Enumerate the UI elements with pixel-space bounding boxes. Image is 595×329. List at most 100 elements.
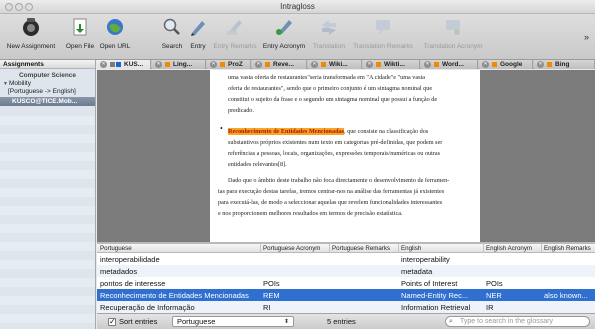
- sidebar-row-stripe: [0, 170, 95, 179]
- wikipedia-icon: [321, 62, 326, 67]
- table-row[interactable]: pontos de interesse POIs Points of Inter…: [97, 277, 595, 289]
- select-arrows-icon: ⬍: [283, 319, 289, 325]
- column-divider[interactable]: [541, 244, 542, 253]
- reverso-icon: [265, 62, 270, 67]
- close-tab-icon[interactable]: ✕: [155, 61, 162, 68]
- status-bar: ✓ Sort entries Portuguese ⬍ 5 entries ⌕ …: [97, 313, 595, 329]
- close-tab-icon[interactable]: ✕: [255, 61, 262, 68]
- search-icon: ⌕: [449, 318, 453, 325]
- resource-tab-bar: ✕ KUS... ✕ Ling... ✕ ProZ ✕ Reve... ✕ Wi…: [97, 60, 595, 69]
- linguee-icon: [165, 62, 170, 67]
- column-divider[interactable]: [483, 244, 484, 253]
- table-row[interactable]: interoperabilidade interoperability: [97, 253, 595, 265]
- tab-linguee[interactable]: ✕ Ling...: [152, 60, 206, 69]
- sidebar-row-stripe: [0, 116, 95, 125]
- translation-button[interactable]: Translation: [309, 17, 349, 57]
- tab-kusco[interactable]: ✕ KUS...: [97, 60, 151, 69]
- column-divider[interactable]: [260, 244, 261, 253]
- sidebar-item-kusco[interactable]: KUSCO@TICE.Mob...: [0, 97, 95, 106]
- search-icon: [163, 18, 180, 35]
- glossary-table[interactable]: Portuguese Portuguese Acronym Portuguese…: [97, 244, 595, 313]
- bullet-icon: •: [220, 124, 223, 133]
- close-tab-icon[interactable]: ✕: [424, 61, 431, 68]
- column-header-english[interactable]: English: [401, 245, 483, 252]
- highlighted-term[interactable]: Reconhecimento de Entidades Mencionadas: [228, 128, 345, 135]
- window-title: Intragloss: [280, 2, 315, 11]
- translation-remarks-button[interactable]: Translation Remarks: [350, 17, 416, 57]
- entry-button[interactable]: Entry: [186, 17, 210, 57]
- search-placeholder: Type to search in the glossary: [460, 318, 553, 325]
- table-header: Portuguese Portuguese Acronym Portuguese…: [97, 244, 595, 253]
- entry-remarks-icon: [227, 20, 242, 35]
- search-button[interactable]: Search: [158, 17, 186, 57]
- column-header-english-acronym[interactable]: English Acronym: [486, 245, 542, 252]
- open-url-button[interactable]: Open URL: [98, 17, 132, 57]
- close-tab-icon[interactable]: ✕: [100, 61, 107, 68]
- toolbar-overflow-button[interactable]: »: [584, 32, 589, 42]
- toolbar: New Assignment Open File Open URL Search…: [0, 14, 595, 60]
- new-assignment-button[interactable]: New Assignment: [2, 17, 60, 57]
- open-file-icon: [73, 18, 87, 36]
- entry-icon: [191, 21, 205, 36]
- column-header-portuguese-acronym[interactable]: Portuguese Acronym: [263, 245, 327, 252]
- tab-wikipedia[interactable]: ✕ Wiki...: [308, 60, 362, 69]
- tab-wiktionary[interactable]: ✕ Wikti...: [363, 60, 420, 69]
- sidebar-row-stripe: [0, 188, 95, 197]
- document-page[interactable]: uma vasta oferta de restaurantes"seria t…: [210, 70, 480, 242]
- blue-square-icon: [116, 62, 121, 67]
- tab-google[interactable]: ✕ Google: [479, 60, 533, 69]
- close-tab-icon[interactable]: ✕: [537, 61, 544, 68]
- tab-proz[interactable]: ✕ ProZ: [207, 60, 251, 69]
- table-row-selected[interactable]: Reconhecimento de Entidades Mencionadas …: [97, 289, 595, 301]
- new-assignment-icon: [23, 18, 39, 36]
- close-tab-icon[interactable]: ✕: [366, 61, 373, 68]
- close-tab-icon[interactable]: ✕: [311, 61, 318, 68]
- sidebar-row-stripe: [0, 314, 95, 323]
- document-icon: [110, 62, 115, 67]
- translation-acronym-button[interactable]: Translation Acronym: [418, 17, 488, 57]
- sidebar-row-stripe: [0, 206, 95, 215]
- document-viewer[interactable]: uma vasta oferta de restaurantes"seria t…: [97, 70, 595, 242]
- table-row[interactable]: Recuperação de Informação RI Information…: [97, 301, 595, 313]
- sort-language-select[interactable]: Portuguese ⬍: [172, 316, 294, 327]
- proz-icon: [220, 62, 225, 67]
- sidebar-group-computer-science[interactable]: Computer Science: [0, 71, 95, 80]
- entry-acronym-button[interactable]: Entry Acronym: [260, 17, 308, 57]
- glossary-search-input[interactable]: ⌕ Type to search in the glossary: [445, 316, 590, 327]
- bullet-paragraph: Reconhecimento de Entidades Mencionadas,…: [228, 128, 443, 168]
- sidebar-row-stripe: [0, 242, 95, 251]
- wordreference-icon: [434, 62, 439, 67]
- sidebar-row-stripe: [0, 260, 95, 269]
- tab-bing[interactable]: ✕ Bing: [534, 60, 595, 69]
- translation-remarks-icon: [376, 20, 390, 35]
- sort-entries-checkbox[interactable]: ✓: [108, 318, 116, 326]
- disclosure-triangle-icon[interactable]: ▼: [3, 80, 8, 88]
- column-header-english-remarks[interactable]: English Remarks: [544, 245, 594, 252]
- sidebar-row-stripe: [0, 134, 95, 143]
- paragraph-1: uma vasta oferta de restaurantes"seria t…: [228, 74, 438, 114]
- title-bar: Intragloss: [0, 0, 595, 14]
- open-file-button[interactable]: Open File: [62, 17, 98, 57]
- sidebar-folder-language-pair: [Portuguese -> English]: [8, 88, 76, 95]
- sidebar-row-stripe: [0, 296, 95, 305]
- sidebar-folder-mobility[interactable]: ▼Mobility: [0, 80, 95, 88]
- open-url-icon: [107, 19, 123, 35]
- entry-remarks-button[interactable]: Entry Remarks: [212, 17, 258, 57]
- sort-entries-label[interactable]: Sort entries: [119, 317, 157, 326]
- close-tab-icon[interactable]: ✕: [210, 61, 217, 68]
- column-header-portuguese[interactable]: Portuguese: [100, 245, 260, 252]
- bing-icon: [547, 62, 552, 67]
- column-divider[interactable]: [398, 244, 399, 253]
- column-divider[interactable]: [329, 244, 330, 253]
- tab-wordreference[interactable]: ✕ Word...: [421, 60, 478, 69]
- paragraph-2: Dado que o âmbito deste trabalho não foc…: [218, 177, 450, 217]
- sidebar-row-stripe: [0, 278, 95, 287]
- wiktionary-icon: [376, 62, 381, 67]
- sidebar-header: Assignments: [0, 60, 95, 69]
- column-header-portuguese-remarks[interactable]: Portuguese Remarks: [332, 245, 396, 252]
- close-tab-icon[interactable]: ✕: [482, 61, 489, 68]
- entry-acronym-icon: [276, 20, 292, 35]
- tab-reverso[interactable]: ✕ Reve...: [252, 60, 307, 69]
- table-row[interactable]: metadados metadata: [97, 265, 595, 277]
- google-icon: [492, 62, 497, 67]
